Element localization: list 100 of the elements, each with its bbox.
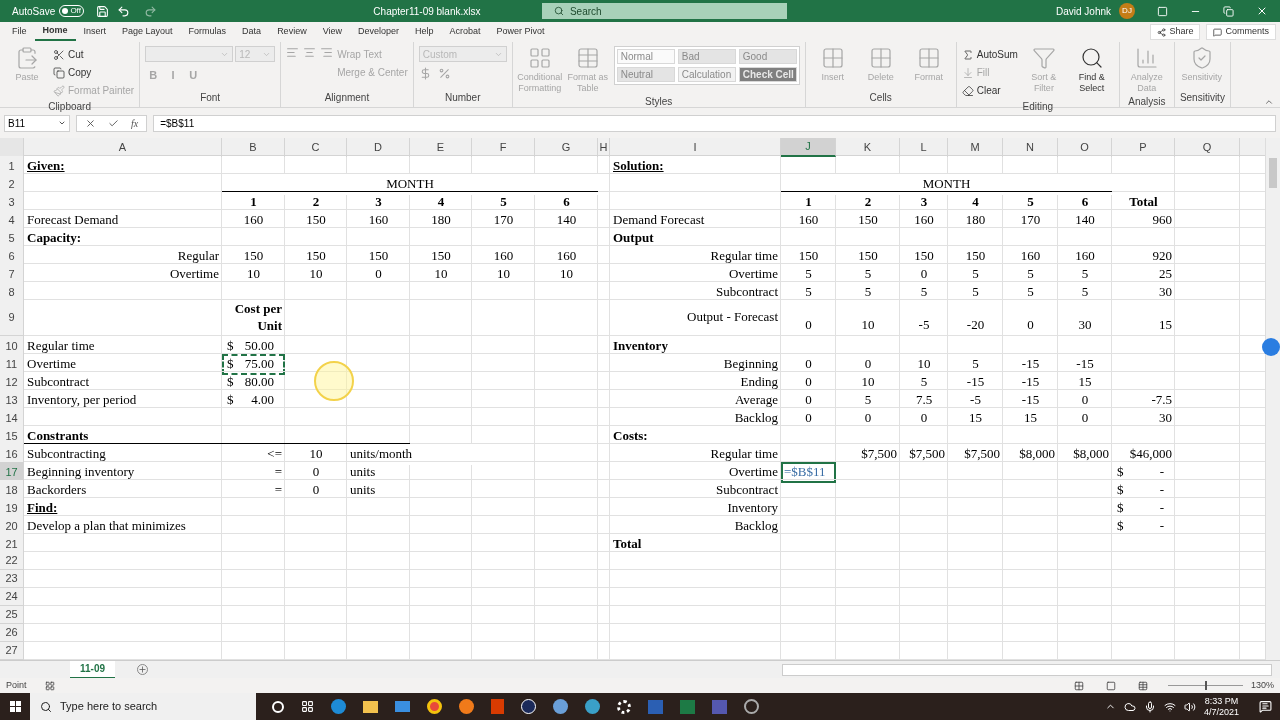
row-header[interactable]: 10 xyxy=(0,336,24,357)
column-header[interactable]: D xyxy=(347,138,410,157)
column-header[interactable]: C xyxy=(285,138,347,157)
ribbon-icon xyxy=(15,46,39,70)
row-header[interactable]: 13 xyxy=(0,390,24,411)
cursor-highlight xyxy=(314,361,354,401)
table-cell-text: -20 xyxy=(965,315,986,334)
menu-tab[interactable]: Developer xyxy=(350,23,408,41)
menu-tab[interactable]: Power Pivot xyxy=(488,23,553,41)
align-left-icon xyxy=(286,46,300,59)
ribbon-button[interactable]: Clear xyxy=(961,82,1018,99)
share-button[interactable]: Share xyxy=(1150,24,1201,40)
menu-tab[interactable]: Help xyxy=(407,23,442,41)
vertical-scrollbar[interactable] xyxy=(1265,138,1280,660)
column-header[interactable]: G xyxy=(535,138,598,157)
search-field[interactable]: Search xyxy=(541,3,787,19)
ribbon-button[interactable]: Copy xyxy=(53,64,135,81)
taskbar-search[interactable]: Type here to search xyxy=(30,693,256,720)
zoom-slider-thumb[interactable] xyxy=(1205,681,1208,690)
group-label: Alignment xyxy=(323,91,371,105)
table-cell-text: Total xyxy=(612,535,643,553)
column-header[interactable]: Q xyxy=(1175,138,1240,157)
column-header[interactable]: E xyxy=(410,138,472,157)
row-header[interactable]: 20 xyxy=(0,516,24,537)
column-header[interactable]: H xyxy=(598,138,610,157)
table-cell-text: Ending xyxy=(739,373,779,391)
menu-tab[interactable]: Page Layout xyxy=(114,23,181,41)
task-view-icon xyxy=(301,700,314,713)
row-header[interactable]: 18 xyxy=(0,480,24,501)
menu-tab[interactable]: Data xyxy=(234,23,270,41)
table-cell-text: Inventory xyxy=(612,337,669,355)
row-header[interactable]: 9 xyxy=(0,300,24,335)
ribbon-button[interactable]: Cut xyxy=(53,46,135,63)
ribbon-icon xyxy=(961,66,974,79)
row-header[interactable]: 12 xyxy=(0,372,24,393)
collapse-ribbon-icon xyxy=(1264,97,1274,107)
row-header[interactable]: 26 xyxy=(0,624,24,641)
column-header[interactable]: L xyxy=(900,138,948,157)
menu-tab[interactable]: Insert xyxy=(75,23,115,41)
ribbon-button[interactable]: Find & Select xyxy=(1069,46,1114,94)
table-cell-text: 0 xyxy=(374,265,383,283)
table-cell-text: 10 xyxy=(496,265,511,283)
table-cell-text: 5 xyxy=(499,193,508,211)
row-header[interactable]: 24 xyxy=(0,588,24,605)
ribbon-button[interactable]: AutoSum xyxy=(961,46,1018,63)
column-header[interactable]: A xyxy=(24,138,222,157)
row-header[interactable]: 23 xyxy=(0,570,24,587)
menu-tab[interactable]: View xyxy=(314,23,350,41)
column-header[interactable]: P xyxy=(1112,138,1175,157)
row-header[interactable]: 1 xyxy=(0,156,24,177)
row-header[interactable]: 21 xyxy=(0,534,24,555)
sheet-tab[interactable]: 11-09 xyxy=(70,660,116,679)
menu-tab[interactable]: Review xyxy=(269,23,315,41)
table-cell-text: $ 50.00 xyxy=(226,337,275,355)
menu-tab[interactable]: Acrobat xyxy=(441,23,489,41)
row-header[interactable]: 27 xyxy=(0,642,24,659)
table-cell-text: Regular time xyxy=(709,445,779,463)
table-cell-text: $8,000 xyxy=(1018,445,1056,463)
row-header[interactable]: 8 xyxy=(0,282,24,303)
ribbon-icon xyxy=(53,84,65,97)
name-box[interactable]: B11 xyxy=(4,114,70,132)
column-header[interactable]: K xyxy=(836,138,900,157)
group-label: Clipboard xyxy=(47,100,92,114)
menu-tab[interactable]: Formulas xyxy=(180,23,235,41)
ribbon-icon xyxy=(53,48,65,61)
insert-function-button[interactable]: fx xyxy=(131,115,139,131)
column-header[interactable]: F xyxy=(472,138,535,157)
folder-icon[interactable] xyxy=(363,700,378,713)
column-header[interactable]: O xyxy=(1058,138,1112,157)
user-name: David Johnk xyxy=(1055,4,1111,19)
column-header[interactable]: N xyxy=(1003,138,1058,157)
record-icon[interactable] xyxy=(744,699,759,714)
row-header[interactable]: 14 xyxy=(0,408,24,429)
row-header[interactable]: 5 xyxy=(0,228,24,249)
file-name[interactable]: Chapter11-09 blank.xlsx xyxy=(331,3,522,19)
row-header[interactable]: 11 xyxy=(0,354,24,375)
menu-tab[interactable]: File xyxy=(4,23,35,41)
row-header[interactable]: 2 xyxy=(0,174,24,195)
row-header[interactable]: 6 xyxy=(0,246,24,267)
row-header[interactable]: 15 xyxy=(0,426,24,447)
table-cell-text: Subcontract xyxy=(714,481,779,499)
row-header[interactable]: 19 xyxy=(0,498,24,519)
table-cell-text: Capacity: xyxy=(26,229,83,247)
formula-field[interactable]: =$B$11 xyxy=(153,114,1276,132)
row-header[interactable]: 7 xyxy=(0,264,24,285)
horizontal-scrollbar[interactable] xyxy=(782,663,1272,676)
column-header[interactable]: M xyxy=(948,138,1003,157)
table-cell-text: $ - xyxy=(1116,463,1165,481)
row-header[interactable]: 25 xyxy=(0,606,24,623)
table-cell-text: units xyxy=(349,463,377,481)
column-header[interactable]: B xyxy=(222,138,285,157)
row-header[interactable]: 4 xyxy=(0,210,24,231)
zoom-level[interactable]: 130% xyxy=(1250,678,1274,693)
cortana-icon[interactable] xyxy=(272,700,284,713)
table-cell-text: Backlog xyxy=(733,409,779,427)
comments-button[interactable]: Comments xyxy=(1206,24,1276,40)
row-header[interactable]: 3 xyxy=(0,192,24,213)
row-header[interactable]: 16 xyxy=(0,444,24,465)
column-header[interactable]: J xyxy=(781,138,836,157)
row-header[interactable]: 22 xyxy=(0,552,24,569)
